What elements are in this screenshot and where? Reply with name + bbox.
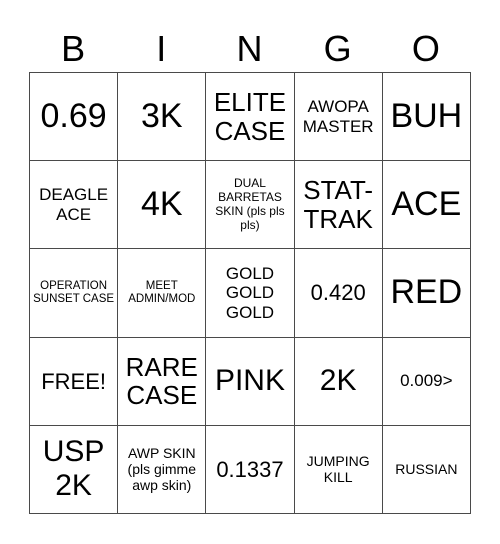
grid-row: FREE! RARE CASE PINK 2K 0.009> <box>28 336 471 426</box>
bingo-cell[interactable]: GOLD GOLD GOLD <box>205 248 295 338</box>
bingo-grid: 0.69 3K ELITE CASE AWOPA MASTER BUH DEAG… <box>28 71 471 514</box>
bingo-cell[interactable]: ACE <box>381 160 471 250</box>
bingo-cell[interactable]: ELITE CASE <box>205 71 295 162</box>
bingo-cell[interactable]: 0.69 <box>28 71 119 162</box>
bingo-cell[interactable]: STAT-TRAK <box>293 160 383 250</box>
bingo-cell[interactable]: 0.009> <box>381 336 471 426</box>
header-letter-b: B <box>61 28 86 69</box>
bingo-cell[interactable]: 0.420 <box>293 248 383 338</box>
bingo-cell[interactable]: DEAGLE ACE <box>28 160 119 250</box>
grid-row: 0.69 3K ELITE CASE AWOPA MASTER BUH <box>28 71 471 162</box>
grid-row: USP 2K AWP SKIN (pls gimme awp skin) 0.1… <box>28 424 471 514</box>
grid-row: DEAGLE ACE 4K DUAL BARRETAS SKIN (pls pl… <box>28 160 471 250</box>
bingo-cell[interactable]: AWOPA MASTER <box>293 71 383 162</box>
bingo-cell[interactable]: 4K <box>117 160 207 250</box>
header-letter-i: I <box>156 28 167 69</box>
bingo-cell[interactable]: RARE CASE <box>117 336 207 426</box>
bingo-cell[interactable]: RUSSIAN <box>381 424 471 514</box>
bingo-cell[interactable]: 0.1337 <box>205 424 295 514</box>
header-letter-n: N <box>236 28 263 69</box>
bingo-header: B I N G O <box>29 26 470 72</box>
header-letter-g: G <box>323 28 352 69</box>
grid-row: OPERATION SUNSET CASE MEET ADMIN/MOD GOL… <box>28 248 471 338</box>
bingo-cell[interactable]: USP 2K <box>28 424 119 514</box>
bingo-cell[interactable]: AWP SKIN (pls gimme awp skin) <box>117 424 207 514</box>
bingo-cell[interactable]: DUAL BARRETAS SKIN (pls pls pls) <box>205 160 295 250</box>
bingo-cell[interactable]: MEET ADMIN/MOD <box>117 248 207 338</box>
bingo-cell[interactable]: JUMPING KILL <box>293 424 383 514</box>
bingo-cell[interactable]: OPERATION SUNSET CASE <box>28 248 119 338</box>
bingo-cell[interactable]: 3K <box>117 71 207 162</box>
bingo-cell[interactable]: 2K <box>293 336 383 426</box>
bingo-cell[interactable]: RED <box>381 248 471 338</box>
bingo-cell[interactable]: FREE! <box>28 336 119 426</box>
header-letter-o: O <box>411 28 440 69</box>
bingo-cell[interactable]: PINK <box>205 336 295 426</box>
bingo-cell[interactable]: BUH <box>381 71 471 162</box>
